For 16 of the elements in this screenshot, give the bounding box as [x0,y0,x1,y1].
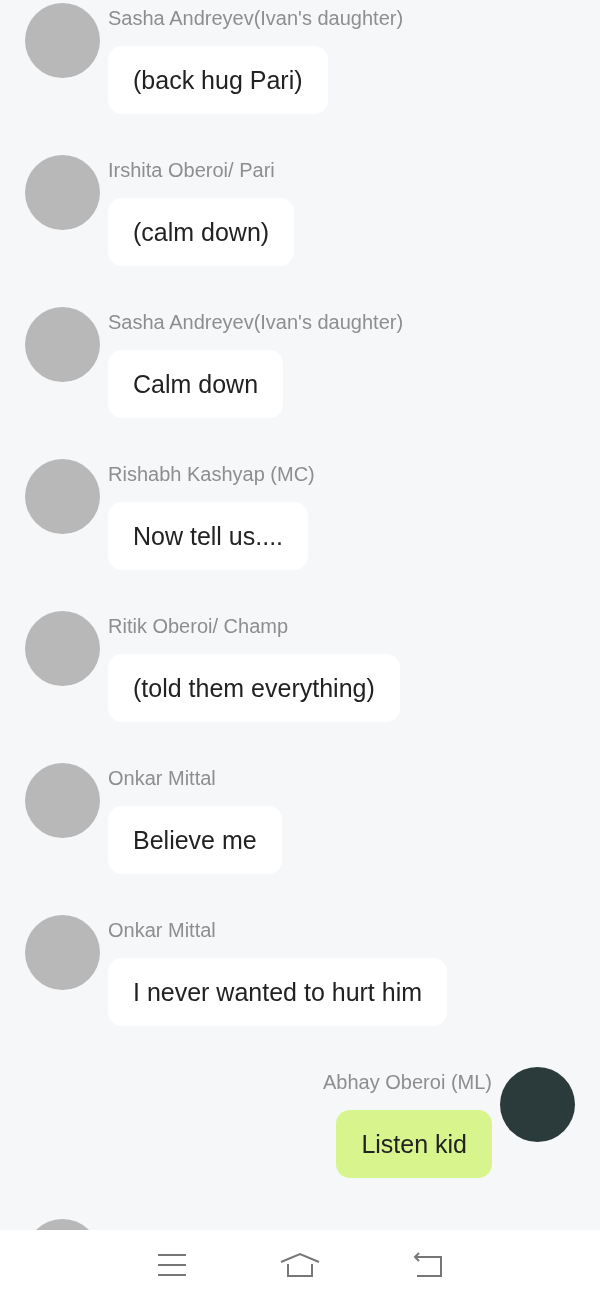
sender-name: Onkar Mittal [108,918,216,943]
sender-name: Rishabh Kashyap (MC) [108,462,315,487]
message-bubble: (calm down) [108,198,295,266]
sender-name: Sasha Andreyev(Ivan's daughter) [108,310,404,335]
message-bubble: Listen kid [336,1110,492,1178]
sender-name: Abhay Oberoi (ML) [323,1070,492,1095]
message-bubble: (back hug Pari) [108,46,328,114]
message-bubble: Now tell us.... [108,502,309,570]
message-bubble: Believe me [108,806,282,874]
sender-name: Onkar Mittal [108,766,216,791]
sender-name: Ritik Oberoi/ Champ [108,614,289,639]
message-bubble: (told them everything) [108,654,400,722]
message-bubble: I never wanted to hurt him [108,958,448,1026]
message-bubble: Calm down [108,350,284,418]
sender-name: Irshita Oberoi/ Pari [108,158,275,183]
sender-name: Sasha Andreyev(Ivan's daughter) [108,6,404,31]
